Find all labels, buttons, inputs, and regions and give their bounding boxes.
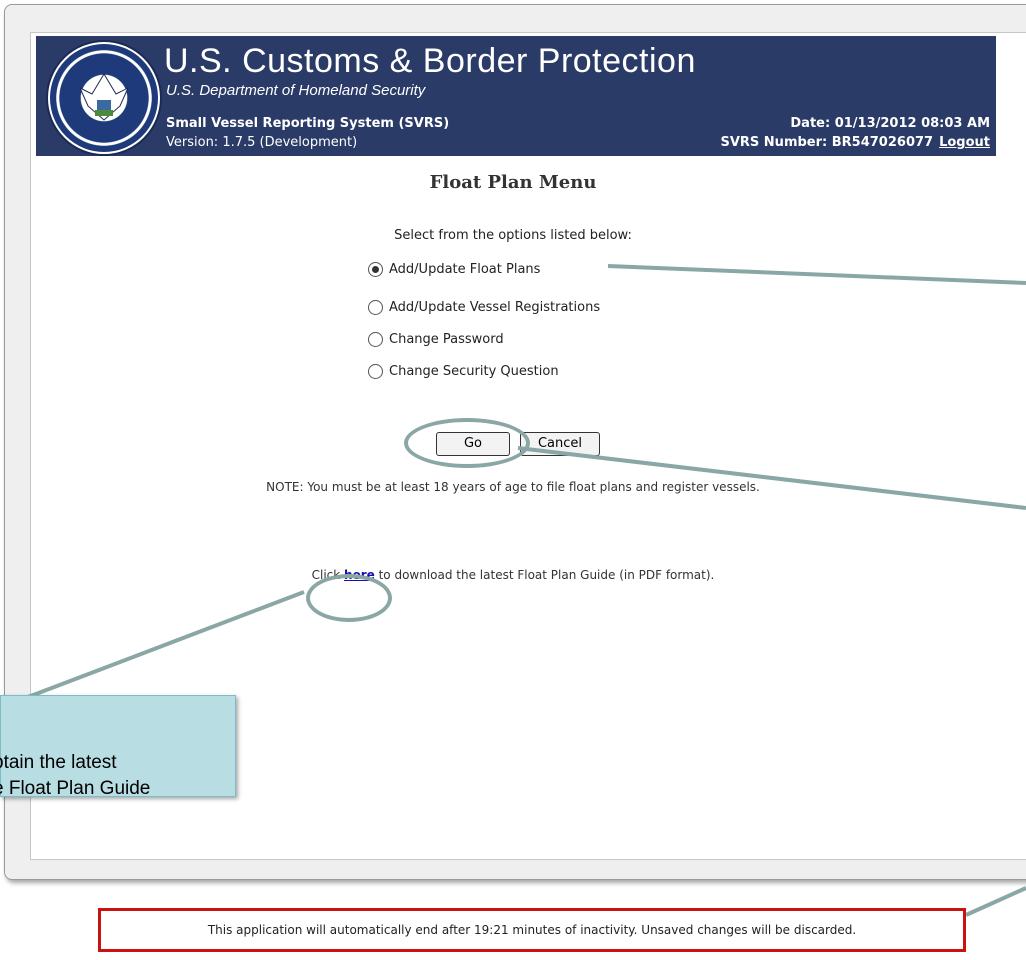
callout-line-2: e Float Plan Guide bbox=[0, 778, 151, 799]
callout-box: btain the latest e Float Plan Guide bbox=[0, 695, 236, 799]
highlight-go-button bbox=[404, 418, 530, 468]
highlight-here-link bbox=[306, 574, 392, 622]
callout-lines bbox=[27, 264, 1026, 917]
timeout-warning: This application will automatically end … bbox=[98, 908, 966, 952]
callout-line-1: btain the latest bbox=[0, 752, 117, 773]
